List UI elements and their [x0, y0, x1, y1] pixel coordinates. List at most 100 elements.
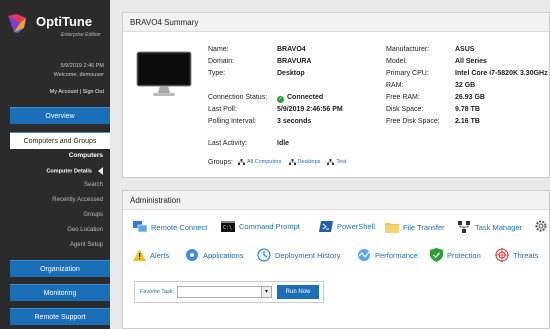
tool-label: PowerShell	[337, 222, 375, 231]
value-domain: BRAVURA	[277, 58, 312, 65]
value-primary-cpu: Intel Core i7-5820K 3.30GHz	[455, 70, 548, 77]
nav-organization[interactable]: Organization	[10, 260, 110, 277]
group-icon	[327, 159, 335, 165]
chevron-down-icon[interactable]: ▾	[261, 287, 271, 297]
welcome-text: Welcome, demouser	[53, 72, 104, 78]
user-links: My Account | Sign Out	[50, 89, 104, 95]
label-polling-interval: Polling Interval:	[208, 118, 256, 125]
label-last-poll: Last Poll:	[208, 106, 237, 113]
favorite-task-select[interactable]: ▾	[177, 286, 272, 298]
value-model: All Series	[455, 58, 487, 65]
subnav-computers[interactable]: Computers	[69, 152, 103, 159]
tool-label: Applications	[203, 250, 244, 260]
folder-icon	[385, 223, 399, 233]
tool-remote-connect[interactable]: Remote Connect	[133, 221, 207, 233]
tool-label: Deployment History	[275, 250, 341, 260]
tool-label: Remote Connect	[151, 222, 208, 232]
nav-computers-and-groups[interactable]: Computers and Groups	[10, 132, 110, 149]
label-free-disk-space: Free Disk Space:	[386, 118, 440, 125]
label-primary-cpu: Primary CPU:	[386, 70, 429, 77]
label-groups: Groups:	[208, 159, 233, 166]
command-prompt-icon: C:\	[221, 221, 235, 232]
tool-label: Threats	[513, 250, 539, 260]
desktop-computer-icon	[136, 51, 192, 96]
subnav-agent-setup[interactable]: Agent Setup	[70, 242, 103, 248]
group-link-desktops[interactable]: Desktops	[288, 159, 320, 165]
group-name: All Computers	[247, 159, 282, 165]
label-model: Model:	[386, 58, 408, 65]
administration-title: Administration	[123, 191, 549, 210]
label-domain: Domain:	[208, 58, 235, 65]
favorite-task-box: Favorite Task: ▾ Run Now	[134, 281, 324, 303]
groups-list: All Computers Desktops Test	[238, 159, 351, 167]
value-connection-status: ✓ Connected	[277, 94, 323, 103]
value-free-ram: 26.93 GB	[455, 94, 485, 101]
tool-label: File Transfer	[403, 222, 445, 232]
tool-alerts[interactable]: Alerts	[133, 249, 169, 261]
value-disk-space: 9.78 TB	[455, 106, 480, 113]
group-link-all-computers[interactable]: All Computers	[238, 159, 282, 165]
tool-performance[interactable]: Performance	[357, 248, 418, 262]
favorite-task-label: Favorite Task:	[140, 289, 175, 295]
sidebar: OptiTune Enterprise Edition 5/9/2019 2:4…	[0, 0, 110, 329]
label-last-activity: Last Activity:	[208, 140, 247, 147]
tool-command-prompt[interactable]: C:\ Command Prompt	[221, 221, 300, 232]
subnav-computer-details[interactable]: Computer Details	[46, 167, 103, 175]
tool-label: Task Manager	[475, 222, 523, 232]
value-last-activity: Idle	[277, 140, 290, 147]
value-polling-interval: 3 seconds	[277, 118, 312, 125]
app-logo[interactable]: OptiTune Enterprise Edition	[6, 8, 106, 48]
performance-icon	[358, 249, 370, 261]
connection-status-text: Connected	[287, 94, 324, 101]
remote-connect-icon	[133, 221, 147, 233]
tool-powershell[interactable]: PowerShell	[319, 221, 375, 232]
tool-settings[interactable]	[534, 219, 550, 233]
task-manager-icon	[458, 221, 470, 233]
history-icon	[257, 248, 271, 262]
gear-icon	[535, 220, 547, 232]
shield-icon	[430, 248, 443, 262]
label-name: Name:	[208, 46, 229, 53]
tool-task-manager[interactable]: Task Manager	[457, 221, 522, 233]
group-icon	[238, 159, 245, 165]
tool-label: Performance	[375, 250, 418, 260]
tool-label: Command Prompt	[239, 222, 300, 231]
app-edition: Enterprise Edition	[61, 32, 101, 38]
sign-out-link[interactable]: Sign Out	[83, 89, 104, 95]
link-separator: |	[79, 89, 82, 95]
tool-applications[interactable]: Applications	[185, 248, 243, 262]
group-link-test[interactable]: Test	[327, 159, 346, 165]
value-manufacturer: ASUS	[455, 46, 475, 53]
threat-target-icon	[495, 248, 509, 262]
tool-threats[interactable]: Threats	[495, 248, 538, 262]
connected-check-icon: ✓	[277, 96, 284, 103]
subnav-recently-accessed[interactable]: Recently Accessed	[52, 197, 103, 203]
tool-protection[interactable]: Protection	[430, 248, 481, 262]
value-last-poll: 5/9/2019 2:46:56 PM	[277, 106, 343, 113]
my-account-link[interactable]: My Account	[50, 89, 78, 95]
subnav-computer-details-label: Computer Details	[46, 168, 92, 175]
nav-overview[interactable]: Overview	[10, 107, 110, 124]
current-datetime: 5/9/2019 2:46 PM	[60, 63, 104, 69]
tool-deployment-history[interactable]: Deployment History	[257, 248, 340, 262]
summary-panel: BRAVO4 Summary Name: BRAVO4 Domain: BRAV…	[122, 12, 550, 178]
value-ram: 32 GB	[455, 82, 476, 89]
tool-file-transfer[interactable]: File Transfer	[385, 221, 445, 233]
subnav-geo-location[interactable]: Geo Location	[67, 227, 103, 233]
summary-title: BRAVO4 Summary	[123, 13, 549, 32]
label-type: Type:	[208, 70, 226, 77]
label-disk-space: Disk Space:	[386, 106, 424, 113]
run-now-button[interactable]: Run Now	[277, 285, 319, 299]
alert-icon	[133, 249, 146, 261]
nav-monitoring[interactable]: Monitoring	[10, 284, 110, 301]
subnav-groups[interactable]: Groups	[83, 212, 103, 218]
group-name: Test	[336, 159, 347, 165]
tool-label: Protection	[447, 250, 481, 260]
tool-label: Alerts	[150, 250, 170, 260]
nav-remote-support[interactable]: Remote Support	[10, 308, 110, 325]
subnav-search[interactable]: Search	[84, 182, 103, 188]
group-icon	[288, 159, 296, 165]
label-connection-status: Connection Status:	[208, 94, 268, 101]
label-free-ram: Free RAM:	[386, 94, 420, 101]
powershell-icon	[319, 221, 333, 232]
